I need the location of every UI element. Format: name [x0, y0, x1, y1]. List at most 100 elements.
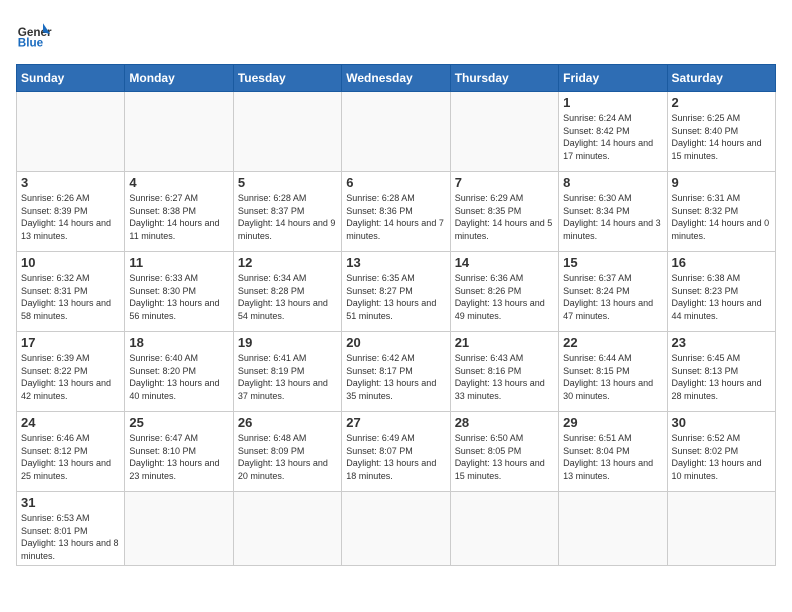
day-number: 23 — [672, 335, 771, 350]
weekday-header: Wednesday — [342, 65, 450, 92]
day-number: 13 — [346, 255, 445, 270]
calendar-day-cell: 6Sunrise: 6:28 AM Sunset: 8:36 PM Daylig… — [342, 172, 450, 252]
calendar-day-cell: 4 Sunrise: 6:27 AM Sunset: 8:38 PM Daylig… — [125, 172, 233, 252]
calendar-day-cell — [342, 92, 450, 172]
day-number: 2 — [672, 95, 771, 110]
calendar-day-cell: 12 Sunrise: 6:34 AM Sunset: 8:28 PM Dayli… — [233, 252, 341, 332]
calendar-day-cell: 28 Sunrise: 6:50 AM Sunset: 8:05 PM Dayli… — [450, 412, 558, 492]
calendar-week-row: 24 Sunrise: 6:46 AM Sunset: 8:12 PM Dayli… — [17, 412, 776, 492]
calendar-day-cell: 27 Sunrise: 6:49 AM Sunset: 8:07 PM Dayli… — [342, 412, 450, 492]
calendar-day-cell: 5 Sunrise: 6:28 AM Sunset: 8:37 PM Daylig… — [233, 172, 341, 252]
day-info: Sunrise: 6:40 AM Sunset: 8:20 PM Dayligh… — [129, 352, 228, 402]
day-info: Sunrise: 6:50 AM Sunset: 8:05 PM Dayligh… — [455, 432, 554, 482]
calendar-day-cell: 20Sunrise: 6:42 AM Sunset: 8:17 PM Dayli… — [342, 332, 450, 412]
day-number: 26 — [238, 415, 337, 430]
calendar-day-cell — [233, 492, 341, 566]
calendar-day-cell — [125, 492, 233, 566]
day-info: Sunrise: 6:45 AM Sunset: 8:13 PM Dayligh… — [672, 352, 771, 402]
day-number: 1 — [563, 95, 662, 110]
day-info: Sunrise: 6:43 AM Sunset: 8:16 PM Dayligh… — [455, 352, 554, 402]
calendar-week-row: 3Sunrise: 6:26 AM Sunset: 8:39 PM Daylig… — [17, 172, 776, 252]
calendar-week-row: 10 Sunrise: 6:32 AM Sunset: 8:31 PM Dayli… — [17, 252, 776, 332]
calendar-day-cell: 10 Sunrise: 6:32 AM Sunset: 8:31 PM Dayli… — [17, 252, 125, 332]
day-number: 19 — [238, 335, 337, 350]
day-number: 10 — [21, 255, 120, 270]
calendar-day-cell: 21 Sunrise: 6:43 AM Sunset: 8:16 PM Dayli… — [450, 332, 558, 412]
day-info: Sunrise: 6:25 AM Sunset: 8:40 PM Dayligh… — [672, 112, 771, 162]
day-number: 25 — [129, 415, 228, 430]
calendar-day-cell: 16 Sunrise: 6:38 AM Sunset: 8:23 PM Dayli… — [667, 252, 775, 332]
day-number: 24 — [21, 415, 120, 430]
calendar-day-cell — [559, 492, 667, 566]
calendar-day-cell: 23 Sunrise: 6:45 AM Sunset: 8:13 PM Dayli… — [667, 332, 775, 412]
day-info: Sunrise: 6:35 AM Sunset: 8:27 PM Dayligh… — [346, 272, 445, 322]
day-number: 7 — [455, 175, 554, 190]
day-info: Sunrise: 6:29 AM Sunset: 8:35 PM Dayligh… — [455, 192, 554, 242]
calendar-table: SundayMondayTuesdayWednesdayThursdayFrid… — [16, 64, 776, 566]
calendar-day-cell: 22 Sunrise: 6:44 AM Sunset: 8:15 PM Dayli… — [559, 332, 667, 412]
calendar-day-cell: 13 Sunrise: 6:35 AM Sunset: 8:27 PM Dayli… — [342, 252, 450, 332]
day-number: 12 — [238, 255, 337, 270]
day-info: Sunrise: 6:52 AM Sunset: 8:02 PM Dayligh… — [672, 432, 771, 482]
weekday-header: Monday — [125, 65, 233, 92]
logo: General Blue — [16, 16, 52, 52]
day-number: 5 — [238, 175, 337, 190]
calendar-day-cell — [233, 92, 341, 172]
calendar-day-cell — [17, 92, 125, 172]
calendar-week-row: 31Sunrise: 6:53 AM Sunset: 8:01 PM Dayli… — [17, 492, 776, 566]
day-info: Sunrise: 6:47 AM Sunset: 8:10 PM Dayligh… — [129, 432, 228, 482]
calendar-day-cell — [342, 492, 450, 566]
day-info: Sunrise: 6:53 AM Sunset: 8:01 PM Dayligh… — [21, 512, 120, 562]
day-info: Sunrise: 6:41 AM Sunset: 8:19 PM Dayligh… — [238, 352, 337, 402]
day-number: 28 — [455, 415, 554, 430]
day-info: Sunrise: 6:46 AM Sunset: 8:12 PM Dayligh… — [21, 432, 120, 482]
day-info: Sunrise: 6:32 AM Sunset: 8:31 PM Dayligh… — [21, 272, 120, 322]
day-number: 21 — [455, 335, 554, 350]
weekday-header: Saturday — [667, 65, 775, 92]
day-info: Sunrise: 6:48 AM Sunset: 8:09 PM Dayligh… — [238, 432, 337, 482]
calendar-day-cell: 30Sunrise: 6:52 AM Sunset: 8:02 PM Dayli… — [667, 412, 775, 492]
day-info: Sunrise: 6:34 AM Sunset: 8:28 PM Dayligh… — [238, 272, 337, 322]
logo-icon: General Blue — [16, 16, 52, 52]
calendar-day-cell: 3Sunrise: 6:26 AM Sunset: 8:39 PM Daylig… — [17, 172, 125, 252]
day-number: 18 — [129, 335, 228, 350]
weekday-header-row: SundayMondayTuesdayWednesdayThursdayFrid… — [17, 65, 776, 92]
day-info: Sunrise: 6:49 AM Sunset: 8:07 PM Dayligh… — [346, 432, 445, 482]
calendar-day-cell: 15Sunrise: 6:37 AM Sunset: 8:24 PM Dayli… — [559, 252, 667, 332]
weekday-header: Thursday — [450, 65, 558, 92]
day-info: Sunrise: 6:44 AM Sunset: 8:15 PM Dayligh… — [563, 352, 662, 402]
day-number: 29 — [563, 415, 662, 430]
calendar-week-row: 1 Sunrise: 6:24 AM Sunset: 8:42 PM Daylig… — [17, 92, 776, 172]
calendar-day-cell: 8Sunrise: 6:30 AM Sunset: 8:34 PM Daylig… — [559, 172, 667, 252]
day-number: 20 — [346, 335, 445, 350]
day-info: Sunrise: 6:38 AM Sunset: 8:23 PM Dayligh… — [672, 272, 771, 322]
day-number: 9 — [672, 175, 771, 190]
day-number: 11 — [129, 255, 228, 270]
day-number: 4 — [129, 175, 228, 190]
day-info: Sunrise: 6:31 AM Sunset: 8:32 PM Dayligh… — [672, 192, 771, 242]
day-info: Sunrise: 6:28 AM Sunset: 8:37 PM Dayligh… — [238, 192, 337, 242]
weekday-header: Friday — [559, 65, 667, 92]
day-info: Sunrise: 6:24 AM Sunset: 8:42 PM Dayligh… — [563, 112, 662, 162]
day-number: 22 — [563, 335, 662, 350]
calendar-day-cell — [667, 492, 775, 566]
calendar-day-cell: 31Sunrise: 6:53 AM Sunset: 8:01 PM Dayli… — [17, 492, 125, 566]
calendar-day-cell: 7 Sunrise: 6:29 AM Sunset: 8:35 PM Daylig… — [450, 172, 558, 252]
header: General Blue — [16, 16, 776, 52]
day-number: 8 — [563, 175, 662, 190]
day-info: Sunrise: 6:36 AM Sunset: 8:26 PM Dayligh… — [455, 272, 554, 322]
day-info: Sunrise: 6:27 AM Sunset: 8:38 PM Dayligh… — [129, 192, 228, 242]
day-info: Sunrise: 6:33 AM Sunset: 8:30 PM Dayligh… — [129, 272, 228, 322]
calendar-day-cell: 25 Sunrise: 6:47 AM Sunset: 8:10 PM Dayli… — [125, 412, 233, 492]
calendar-day-cell: 29Sunrise: 6:51 AM Sunset: 8:04 PM Dayli… — [559, 412, 667, 492]
calendar-day-cell: 2 Sunrise: 6:25 AM Sunset: 8:40 PM Daylig… — [667, 92, 775, 172]
calendar-day-cell: 26 Sunrise: 6:48 AM Sunset: 8:09 PM Dayli… — [233, 412, 341, 492]
calendar-day-cell: 18 Sunrise: 6:40 AM Sunset: 8:20 PM Dayli… — [125, 332, 233, 412]
day-number: 27 — [346, 415, 445, 430]
day-number: 17 — [21, 335, 120, 350]
day-number: 16 — [672, 255, 771, 270]
calendar-day-cell: 14 Sunrise: 6:36 AM Sunset: 8:26 PM Dayli… — [450, 252, 558, 332]
day-info: Sunrise: 6:37 AM Sunset: 8:24 PM Dayligh… — [563, 272, 662, 322]
calendar-day-cell: 9 Sunrise: 6:31 AM Sunset: 8:32 PM Daylig… — [667, 172, 775, 252]
day-number: 14 — [455, 255, 554, 270]
